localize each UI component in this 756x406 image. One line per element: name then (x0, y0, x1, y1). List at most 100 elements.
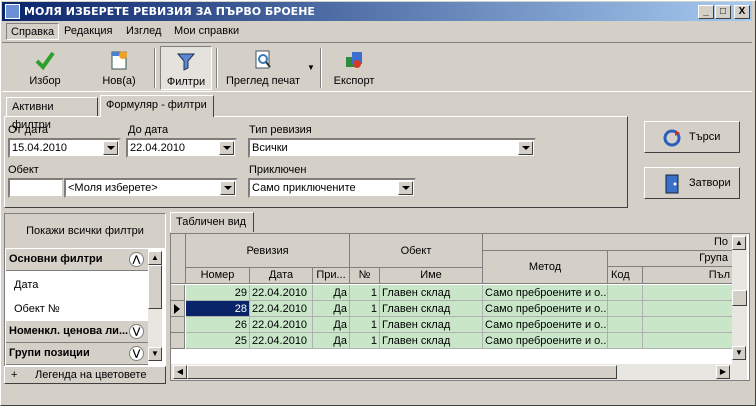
header-pri[interactable]: При... (313, 268, 350, 284)
color-legend-bar[interactable]: + Легенда на цветовете (4, 366, 166, 384)
group-positions[interactable]: Групи позиции ⋁ (6, 343, 148, 365)
refresh-search-icon (663, 129, 681, 147)
menu-reference[interactable]: Справка (6, 23, 60, 40)
table-cell-code[interactable] (608, 285, 643, 301)
show-all-filters-button[interactable]: Покажи всички филтри (5, 214, 165, 248)
close-window-button[interactable]: X (734, 5, 750, 19)
table-horizontal-scrollbar[interactable]: ◀ ▶ (171, 364, 747, 380)
toolbar-separator (216, 48, 218, 88)
filter-item-object-no[interactable]: Обект № (6, 298, 148, 320)
chevron-down-icon[interactable] (398, 181, 413, 195)
maximize-button[interactable]: □ (715, 5, 731, 19)
chevron-up-icon[interactable]: ⋀ (129, 252, 144, 267)
scroll-thumb[interactable] (148, 265, 162, 309)
from-date-field[interactable]: 15.04.2010 (8, 138, 121, 158)
row-indicator[interactable] (171, 317, 185, 333)
table-cell-full[interactable] (643, 333, 733, 349)
table-cell-method[interactable]: Само преброените и о... (483, 285, 608, 301)
print-preview-dropdown-icon[interactable]: ▼ (307, 63, 315, 72)
expand-icon[interactable]: + (11, 369, 17, 381)
object-code-field[interactable] (8, 178, 64, 198)
table-cell-name[interactable]: Главен склад (380, 317, 483, 333)
group-price-list[interactable]: Номенкл. ценова ли... ⋁ (6, 321, 148, 343)
search-button[interactable]: Търси (644, 121, 740, 153)
table-cell-name[interactable]: Главен склад (380, 285, 483, 301)
table-cell-pri[interactable]: Да (313, 317, 350, 333)
table-cell-number[interactable]: 28 (186, 301, 250, 317)
filter-item-date[interactable]: Дата (6, 274, 148, 296)
header-number[interactable]: Номер (186, 268, 250, 284)
chevron-down-icon[interactable] (103, 141, 118, 155)
row-indicator[interactable] (171, 301, 185, 317)
header-date[interactable]: Дата (250, 268, 313, 284)
header-full[interactable]: Пъл (643, 267, 733, 284)
row-indicator[interactable] (171, 285, 185, 301)
close-button[interactable]: Затвори (644, 167, 740, 199)
chevron-down-icon[interactable] (219, 141, 234, 155)
table-cell-number[interactable]: 29 (186, 285, 250, 301)
row-indicator[interactable] (171, 333, 185, 349)
group-basic-filters[interactable]: Основни филтри ⋀ (6, 249, 148, 271)
window-title: МОЛЯ ИЗБЕРЕТЕ РЕВИЗИЯ ЗА ПЪРВО БРОЕНЕ (24, 5, 315, 18)
revision-type-select[interactable]: Всички (248, 138, 536, 158)
table-cell-pri[interactable]: Да (313, 301, 350, 317)
table-cell-obj_no[interactable]: 1 (350, 317, 380, 333)
table-cell-date[interactable]: 22.04.2010 (250, 285, 313, 301)
table-cell-pri[interactable]: Да (313, 285, 350, 301)
scroll-thumb[interactable] (732, 290, 747, 306)
export-button[interactable]: Експорт (326, 46, 382, 90)
scroll-up-icon[interactable]: ▲ (732, 236, 746, 250)
chevron-down-icon[interactable]: ⋁ (129, 324, 144, 339)
table-cell-full[interactable] (643, 317, 733, 333)
header-name[interactable]: Име (380, 268, 483, 284)
table-cell-method[interactable]: Само преброените и о... (483, 317, 608, 333)
scroll-down-icon[interactable]: ▼ (148, 347, 162, 361)
scroll-right-icon[interactable]: ▶ (716, 365, 730, 379)
chevron-down-icon[interactable] (220, 181, 235, 195)
table-cell-method[interactable]: Само преброените и о... (483, 301, 608, 317)
table-vertical-scrollbar[interactable]: ▲ ▼ (732, 234, 747, 364)
left-panel-scrollbar[interactable]: ▲ ▼ (148, 251, 162, 361)
table-cell-code[interactable] (608, 333, 643, 349)
object-select[interactable]: <Моля изберете> (64, 178, 238, 198)
menu-my-reports[interactable]: Мои справки (170, 23, 243, 40)
table-cell-date[interactable]: 22.04.2010 (250, 333, 313, 349)
scroll-up-icon[interactable]: ▲ (148, 251, 162, 265)
scroll-left-icon[interactable]: ◀ (173, 365, 187, 379)
table-cell-number[interactable]: 26 (186, 317, 250, 333)
filters-button[interactable]: Филтри (160, 46, 212, 90)
finished-select[interactable]: Само приключените (248, 178, 416, 198)
table-cell-method[interactable]: Само преброените и о... (483, 333, 608, 349)
title-bar[interactable]: МОЛЯ ИЗБЕРЕТЕ РЕВИЗИЯ ЗА ПЪРВО БРОЕНЕ _ … (2, 2, 752, 21)
select-button[interactable]: Избор (16, 46, 74, 90)
menu-edit[interactable]: Редакция (60, 23, 116, 40)
header-method[interactable]: Метод (483, 251, 608, 284)
print-preview-button[interactable]: Преглед печат (222, 46, 304, 90)
table-cell-code[interactable] (608, 317, 643, 333)
table-cell-obj_no[interactable]: 1 (350, 333, 380, 349)
header-code[interactable]: Код (608, 267, 643, 284)
new-button[interactable]: Нов(а) (90, 46, 148, 90)
header-obj-no[interactable]: № (350, 268, 380, 284)
table-cell-full[interactable] (643, 301, 733, 317)
table-cell-obj_no[interactable]: 1 (350, 285, 380, 301)
table-cell-date[interactable]: 22.04.2010 (250, 317, 313, 333)
table-cell-date[interactable]: 22.04.2010 (250, 301, 313, 317)
table-cell-obj_no[interactable]: 1 (350, 301, 380, 317)
menu-view[interactable]: Изглед (122, 23, 165, 40)
minimize-button[interactable]: _ (698, 5, 714, 19)
scroll-down-icon[interactable]: ▼ (732, 346, 746, 360)
table-cell-full[interactable] (643, 285, 733, 301)
chevron-down-icon[interactable] (518, 141, 533, 155)
table-cell-name[interactable]: Главен склад (380, 333, 483, 349)
table-cell-name[interactable]: Главен склад (380, 301, 483, 317)
scroll-thumb[interactable] (187, 365, 617, 379)
tab-form-filters[interactable]: Формуляр - филтри (100, 95, 214, 117)
table-cell-number[interactable]: 25 (186, 333, 250, 349)
tab-table-view[interactable]: Табличен вид (170, 212, 254, 232)
table-cell-code[interactable] (608, 301, 643, 317)
chevron-down-icon[interactable]: ⋁ (129, 346, 144, 361)
tab-active-filters[interactable]: Активни филтри (6, 97, 98, 131)
table-cell-pri[interactable]: Да (313, 333, 350, 349)
to-date-field[interactable]: 22.04.2010 (126, 138, 237, 158)
